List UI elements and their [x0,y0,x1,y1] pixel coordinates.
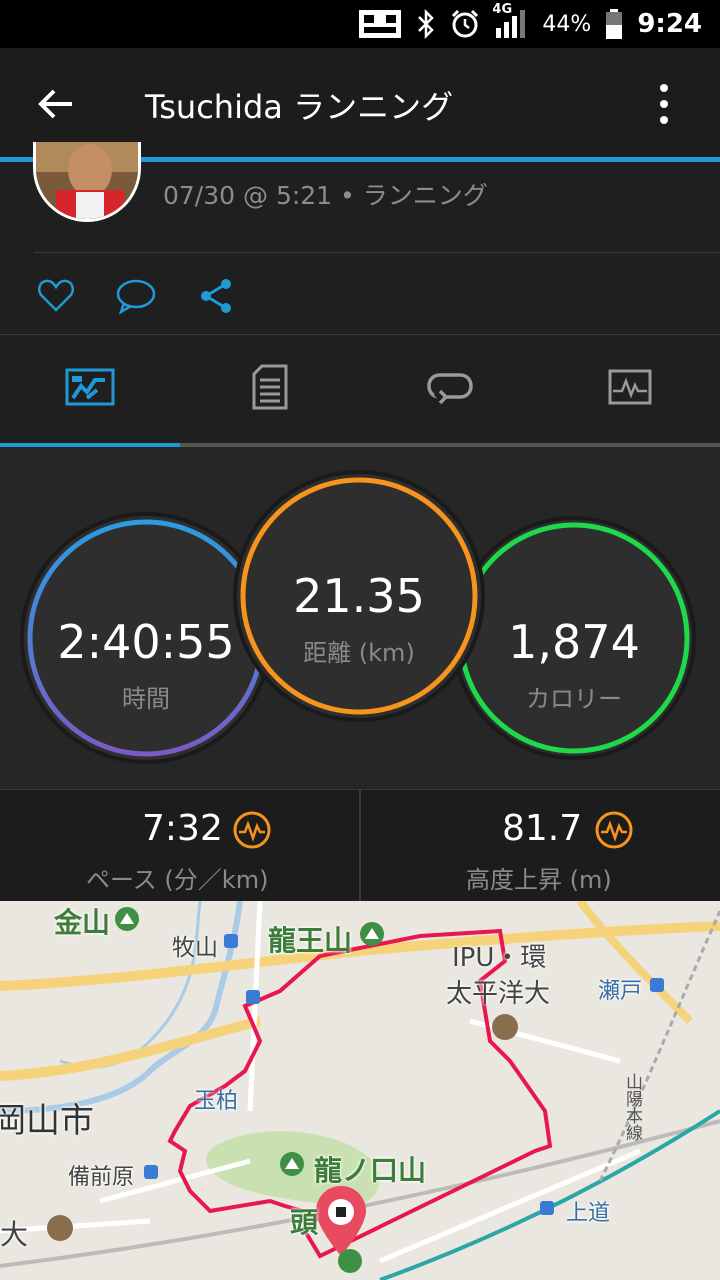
stats-panel: 2:40:55 時間 21.35 距離 (km) 1,874 カロリー [0,447,720,789]
notification-icon [358,9,402,39]
map-base [0,901,720,1280]
station-marker [540,1201,554,1215]
route-map[interactable]: 金山 牧山 龍王山 IPU・環 太平洋大 瀬戸 玉柏 岡山市 備前原 龍ノ口山 … [0,901,720,1280]
secondary-stats: 7:32 ペース (分／km) 81.7 高度上昇 (m) [0,789,720,902]
laps-icon [426,369,474,409]
activity-meta: 07/30 @ 5:21 • ランニング [163,181,488,210]
station-marker [144,1165,158,1179]
pace-label: ペース (分／km) [86,866,269,894]
avatar[interactable] [33,142,141,222]
battery-icon [605,8,623,40]
map-label-dai: 大 [0,1218,29,1251]
details-icon [252,364,288,414]
calories-stat[interactable]: 1,874 カロリー [464,619,684,714]
page-title: Tsuchida ランニング [145,88,454,126]
school-marker [492,1014,518,1040]
tab-summary[interactable] [0,335,180,443]
calories-label: カロリー [526,685,622,713]
battery-percent: 44% [542,11,592,37]
pulse-icon[interactable] [594,810,634,850]
map-label-tatsunokuchi: 龍ノ口山 [314,1154,427,1187]
map-label-kashira: 頭 [290,1206,319,1239]
network-type: 4G [492,2,513,17]
pace-value: 7:32 [142,808,223,849]
tab-charts[interactable] [540,335,720,443]
road-major [0,1016,262,1081]
map-label-bizenhara: 備前原 [68,1165,135,1190]
distance-value: 21.35 [293,569,425,623]
tab-laps[interactable] [360,335,540,443]
elevation-stat[interactable]: 81.7 高度上昇 (m) [360,790,720,902]
summary-icon [65,368,115,410]
heart-icon[interactable] [36,276,76,316]
activity-header: 07/30 @ 5:21 • ランニング [0,142,720,334]
calories-value: 1,874 [508,615,640,669]
mountain-marker [338,1249,362,1273]
alarm-icon [450,9,480,39]
arrow-left-icon[interactable] [36,84,76,124]
elevation-label: 高度上昇 (m) [466,866,612,894]
station-marker [246,990,260,1004]
tab-details[interactable] [180,335,360,443]
distance-label: 距離 (km) [303,639,415,667]
station-marker [224,934,238,948]
signal-icon: 4G [492,2,528,40]
map-label-ipu1: IPU・環 [452,943,547,973]
distance-stat[interactable]: 21.35 距離 (km) [249,573,469,668]
pace-stat[interactable]: 7:32 ペース (分／km) [0,790,360,902]
map-label-makiyama: 牧山 [172,935,218,961]
status-bar: 4G 44% 9:24 [0,0,720,48]
more-vert-icon[interactable] [652,80,676,128]
tab-bar [0,335,720,446]
share-icon[interactable] [196,276,236,316]
map-label-tamagashi: 玉柏 [194,1089,239,1114]
divider [34,252,720,253]
time-value: 2:40:55 [57,615,235,669]
comment-icon[interactable] [115,276,156,316]
map-label-kami: 上道 [566,1201,611,1226]
pulse-icon[interactable] [232,810,272,850]
map-label-ryuouzan: 龍王山 [268,924,353,957]
map-label-seto: 瀬戸 [598,979,643,1004]
map-label-okayama: 岡山市 [0,1101,94,1141]
map-label-ipu2: 太平洋大 [446,979,551,1009]
clock: 9:24 [637,9,702,39]
chart-icon [608,369,652,409]
elevation-value: 81.7 [502,808,583,849]
bluetooth-icon [416,9,436,39]
map-label-sanyo: 山陽本線 [622,1073,642,1141]
station-marker [650,978,664,992]
school-marker [47,1215,73,1241]
time-label: 時間 [122,685,170,713]
time-stat[interactable]: 2:40:55 時間 [36,619,256,714]
map-label-kanayama: 金山 [54,906,111,939]
